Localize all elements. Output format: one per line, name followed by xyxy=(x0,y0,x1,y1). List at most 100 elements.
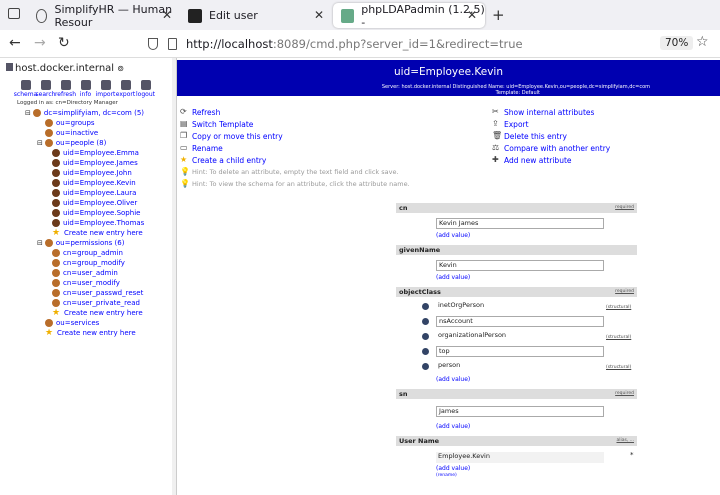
tool-search[interactable]: search xyxy=(35,80,56,98)
tab-phpldapadmin[interactable]: phpLDAPadmin (1.2.5) - ✕ xyxy=(333,3,485,29)
refresh-action[interactable]: ⟳ Refresh xyxy=(180,106,410,118)
tree-node[interactable]: uid=Employee.John xyxy=(52,169,132,177)
add-value-link[interactable]: (add value) xyxy=(436,423,470,430)
tool-label: search xyxy=(35,91,56,98)
folder-icon xyxy=(44,239,53,247)
tree-node[interactable]: cn=user_passwd_reset xyxy=(52,289,143,297)
tree-node[interactable]: ⊟ ou=people (8) xyxy=(37,139,106,147)
export-action[interactable]: ⇪ Export xyxy=(492,118,610,130)
tree-node[interactable]: uid=Employee.Emma xyxy=(52,149,139,157)
objectclass-value: inetOrgPerson xyxy=(436,301,604,312)
tree-node-label: uid=Employee.Emma xyxy=(63,149,139,157)
objectclass-input[interactable]: top xyxy=(436,346,604,357)
folder-icon xyxy=(45,129,53,137)
add-value-link[interactable]: (add value) xyxy=(436,232,470,239)
tool-refresh[interactable]: refresh xyxy=(55,80,76,98)
tree-node-label: uid=Employee.Thomas xyxy=(63,219,145,227)
compare-action[interactable]: ⚖ Compare with another entry xyxy=(492,142,610,154)
tab-edit-user[interactable]: Edit user ✕ xyxy=(180,3,332,28)
add-attribute-action[interactable]: ✚ Add new attribute xyxy=(492,154,610,166)
copy-move-action[interactable]: ❐ Copy or move this entry xyxy=(180,130,410,142)
add-value-link[interactable]: (add value) xyxy=(436,274,470,281)
info-icon[interactable] xyxy=(422,363,429,370)
back-icon[interactable]: ← xyxy=(9,35,21,51)
collapse-icon[interactable]: ⊟ xyxy=(37,139,43,147)
trash-icon: 🗑 xyxy=(492,131,503,140)
lightbulb-icon: 💡 xyxy=(180,167,190,176)
rename-link[interactable]: (rename) xyxy=(436,473,457,478)
switch-template-action[interactable]: ▤ Switch Template xyxy=(180,118,410,130)
attr-name-link[interactable]: User Name xyxy=(399,437,439,445)
sn-input[interactable]: James xyxy=(436,406,604,417)
tool-schema[interactable]: schema xyxy=(14,80,37,98)
tool-export[interactable]: export xyxy=(116,80,135,98)
collapse-icon[interactable]: ⊟ xyxy=(37,239,43,247)
close-icon[interactable]: ✕ xyxy=(467,8,477,22)
tree-node[interactable]: ⊟ dc=simplifyiam, dc=com (5) xyxy=(25,109,144,117)
url-text[interactable]: http://localhost:8089/cmd.php?server_id=… xyxy=(186,37,523,51)
zoom-level[interactable]: 70% xyxy=(660,36,694,50)
tool-import[interactable]: import xyxy=(96,80,115,98)
create-entry-link[interactable]: ★ Create new entry here xyxy=(52,229,143,238)
attr-name-link[interactable]: sn xyxy=(399,390,408,398)
attribute-table: cn required Kevin James (add value) give… xyxy=(396,203,637,480)
hint-delete: 💡 Hint: To delete an attribute, empty the… xyxy=(180,167,399,177)
add-value-link[interactable]: (add value) xyxy=(436,465,470,472)
attr-name-link[interactable]: cn xyxy=(399,204,407,212)
tree-node[interactable]: uid=Employee.Thomas xyxy=(52,219,144,227)
shield-icon xyxy=(148,38,158,50)
structural-label[interactable]: (structural) xyxy=(606,335,631,340)
tree-node[interactable]: ou=inactive xyxy=(45,129,98,137)
tree-node[interactable]: uid=Employee.Kevin xyxy=(52,179,136,187)
tree-node[interactable]: uid=Employee.Laura xyxy=(52,189,136,197)
objectclass-input[interactable]: nsAccount xyxy=(436,316,604,327)
attr-name-link[interactable]: objectClass xyxy=(399,288,441,296)
structural-label[interactable]: (structural) xyxy=(606,365,631,370)
attr-objectclass-values: inetOrgPerson (structural) nsAccount org… xyxy=(396,297,637,389)
tab-simplifyhr[interactable]: SimplifyHR — Human Resour ✕ xyxy=(28,3,180,29)
close-icon[interactable]: ✕ xyxy=(314,8,324,22)
add-value-link[interactable]: (add value) xyxy=(436,376,470,383)
new-tab-icon[interactable]: + xyxy=(492,6,505,24)
show-internal-action[interactable]: ✂ Show internal attributes xyxy=(492,106,610,118)
rename-action[interactable]: ▭ Rename xyxy=(180,142,410,154)
tree-node[interactable]: cn=group_modify xyxy=(52,259,125,267)
tree-node-label: ou=groups xyxy=(56,119,95,127)
givenname-input[interactable]: Kevin xyxy=(436,260,604,271)
create-entry-link[interactable]: ★ Create new entry here xyxy=(45,328,136,338)
logged-in-text: Logged in as: cn=Directory Manager xyxy=(17,100,118,106)
info-icon[interactable] xyxy=(422,318,429,325)
tool-info[interactable]: info xyxy=(78,80,93,98)
tree-node[interactable]: cn=user_modify xyxy=(52,279,120,287)
collapse-icon[interactable]: ⊟ xyxy=(25,109,31,117)
tool-logout[interactable]: logout xyxy=(136,80,155,98)
tree-node[interactable]: uid=Employee.James xyxy=(52,159,138,167)
tree-node-label: cn=user_passwd_reset xyxy=(63,289,144,297)
tree-node[interactable]: uid=Employee.Oliver xyxy=(52,199,137,207)
structural-label[interactable]: (structural) xyxy=(606,305,631,310)
tab-list-icon[interactable] xyxy=(8,8,20,19)
tree-node[interactable]: cn=user_admin xyxy=(52,269,118,277)
star-icon: ★ xyxy=(180,155,188,164)
url-bar[interactable]: http://localhost:8089/cmd.php?server_id=… xyxy=(140,33,718,56)
tree-node[interactable]: ⊟ ou=permissions (6) xyxy=(37,239,124,247)
username-value: Employee.Kevin xyxy=(436,452,604,463)
info-icon[interactable] xyxy=(422,303,429,310)
tree-node[interactable]: ou=services xyxy=(45,319,99,327)
forward-icon[interactable]: → xyxy=(34,35,46,51)
info-icon[interactable] xyxy=(422,348,429,355)
tree-node[interactable]: uid=Employee.Sophie xyxy=(52,209,140,217)
tree-node[interactable]: ou=groups xyxy=(45,119,95,127)
attr-name-link[interactable]: givenName xyxy=(399,246,440,254)
close-icon[interactable]: ✕ xyxy=(162,8,172,22)
tree-node[interactable]: cn=group_admin xyxy=(52,249,123,257)
cn-input[interactable]: Kevin James xyxy=(436,218,604,229)
create-entry-link[interactable]: ★ Create new entry here xyxy=(52,309,143,318)
delete-action[interactable]: 🗑 Delete this entry xyxy=(492,130,610,142)
star-icon: ★ xyxy=(45,328,54,338)
create-child-action[interactable]: ★ Create a child entry xyxy=(180,154,410,166)
bookmark-star-icon[interactable]: ☆ xyxy=(696,34,709,50)
reload-icon[interactable]: ↻ xyxy=(58,35,70,51)
tree-node[interactable]: cn=user_private_read xyxy=(52,299,140,307)
info-icon[interactable] xyxy=(422,333,429,340)
